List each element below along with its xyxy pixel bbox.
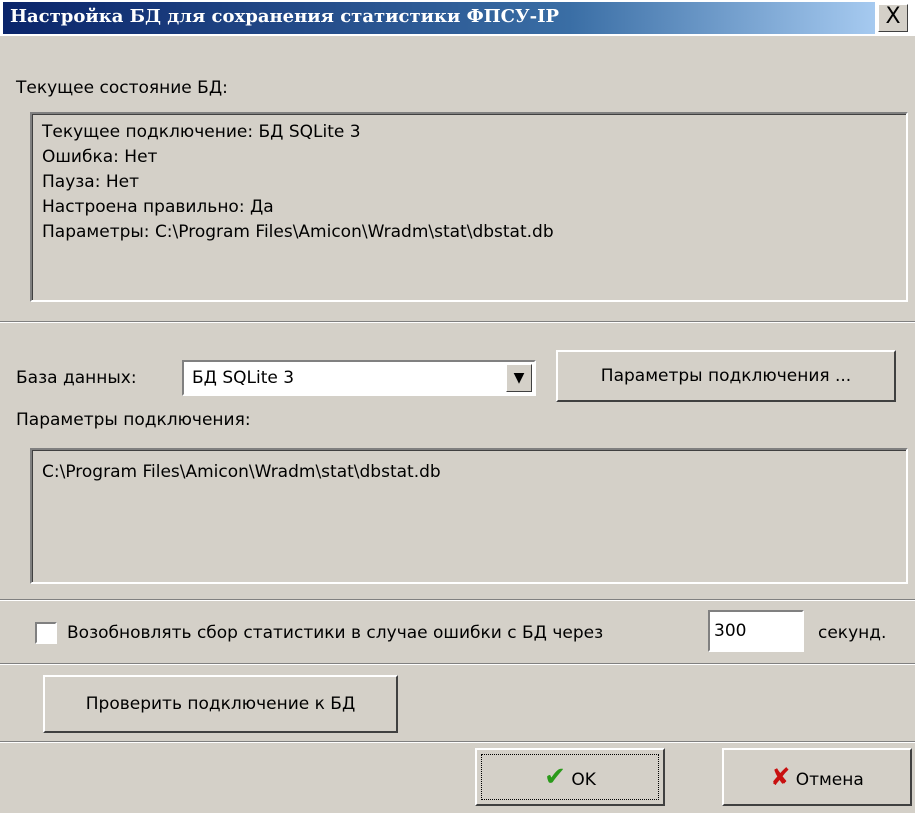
status-line-pause: Пауза: Нет: [42, 172, 139, 192]
separator: [0, 321, 915, 323]
status-line-params: Параметры: C:\Program Files\Amicon\Wradm…: [42, 222, 554, 242]
test-connection-button-label: Проверить подключение к БД: [85, 694, 356, 714]
close-icon: X: [885, 4, 901, 29]
connection-params-label: Параметры подключения:: [16, 410, 251, 430]
dropdown-arrow-icon[interactable]: ▼: [506, 364, 532, 392]
test-connection-button[interactable]: Проверить подключение к БД: [43, 675, 398, 733]
cancel-button[interactable]: ✘ Отмена: [722, 748, 912, 806]
ok-button[interactable]: ✔ OK: [475, 748, 665, 806]
window-title: Настройка БД для сохранения статистики Ф…: [10, 6, 560, 27]
resume-seconds-input[interactable]: [708, 610, 804, 652]
status-heading: Текущее состояние БД:: [16, 78, 228, 98]
database-select-value: БД SQLite 3: [192, 368, 295, 388]
status-line-error: Ошибка: Нет: [42, 147, 158, 167]
resume-checkbox[interactable]: [35, 622, 57, 644]
connection-params-button-label: Параметры подключения ...: [600, 366, 852, 386]
connection-params-value: C:\Program Files\Amicon\Wradm\stat\dbsta…: [42, 462, 441, 482]
x-icon: ✘: [770, 763, 791, 791]
connection-params-button[interactable]: Параметры подключения ...: [556, 350, 896, 402]
separator: [0, 741, 915, 743]
title-bar[interactable]: Настройка БД для сохранения статистики Ф…: [0, 0, 915, 36]
separator: [0, 599, 915, 601]
resume-label: Возобновлять сбор статистики в случае ош…: [67, 623, 604, 643]
status-panel: Текущее подключение: БД SQLite 3 Ошибка:…: [30, 112, 908, 302]
dialog-window: Настройка БД для сохранения статистики Ф…: [0, 0, 915, 813]
connection-params-panel: C:\Program Files\Amicon\Wradm\stat\dbsta…: [30, 448, 908, 584]
seconds-unit-label: секунд.: [818, 623, 887, 643]
status-line-configured: Настроена правильно: Да: [42, 197, 274, 217]
close-button[interactable]: X: [878, 4, 908, 32]
separator: [0, 663, 915, 665]
cancel-button-label: Отмена: [795, 770, 864, 790]
database-select[interactable]: БД SQLite 3 ▼: [182, 360, 536, 396]
status-line-connection: Текущее подключение: БД SQLite 3: [42, 122, 361, 142]
database-label: База данных:: [16, 368, 137, 388]
